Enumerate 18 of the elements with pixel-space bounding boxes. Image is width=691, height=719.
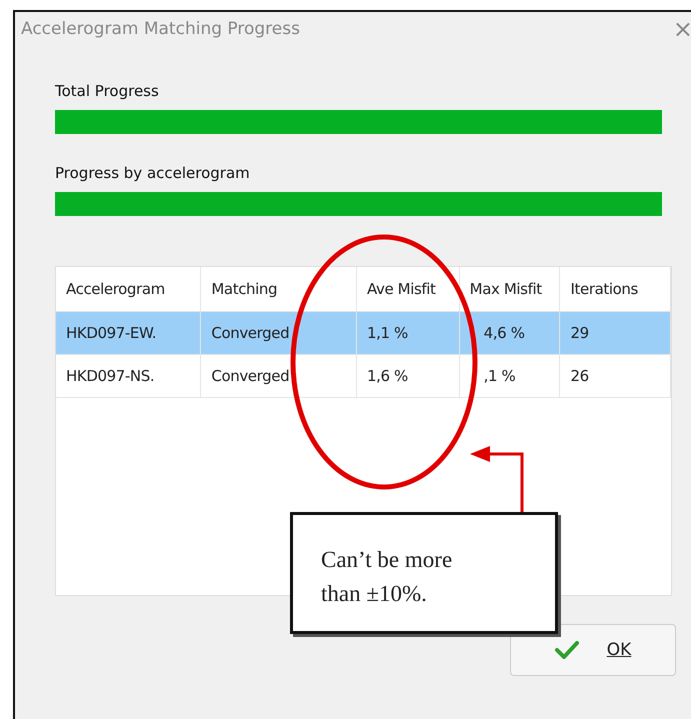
table-cell: 4,6 %	[459, 312, 560, 354]
checkmark-icon	[554, 641, 579, 659]
table-cell: 1,6 %	[356, 354, 460, 398]
window-title: Accelerogram Matching Progress	[21, 19, 300, 39]
progress-label: Progress by accelerogram	[55, 164, 251, 182]
table-cell: HKD097-NS.	[56, 354, 201, 398]
table-cell: 26	[560, 354, 670, 398]
table-cell: HKD097-EW.	[56, 312, 201, 354]
table-cell: Converged	[200, 312, 356, 354]
table-cell: 29	[560, 312, 670, 354]
table-cell: Converged	[200, 354, 356, 398]
table-row[interactable]: HKD097-NS. Converged 1,6 % ,1 % 26	[56, 354, 670, 398]
table-row[interactable]: HKD097-EW. Converged 1,1 % 4,6 % 29	[56, 312, 670, 354]
ok-button[interactable]: OK	[510, 624, 676, 676]
table-cell: ,1 %	[459, 354, 560, 398]
progress-label: Total Progress	[55, 82, 160, 100]
callout-text: Can’t be more than ±10%.	[321, 546, 454, 608]
table-cell: 1,1 %	[356, 312, 460, 354]
